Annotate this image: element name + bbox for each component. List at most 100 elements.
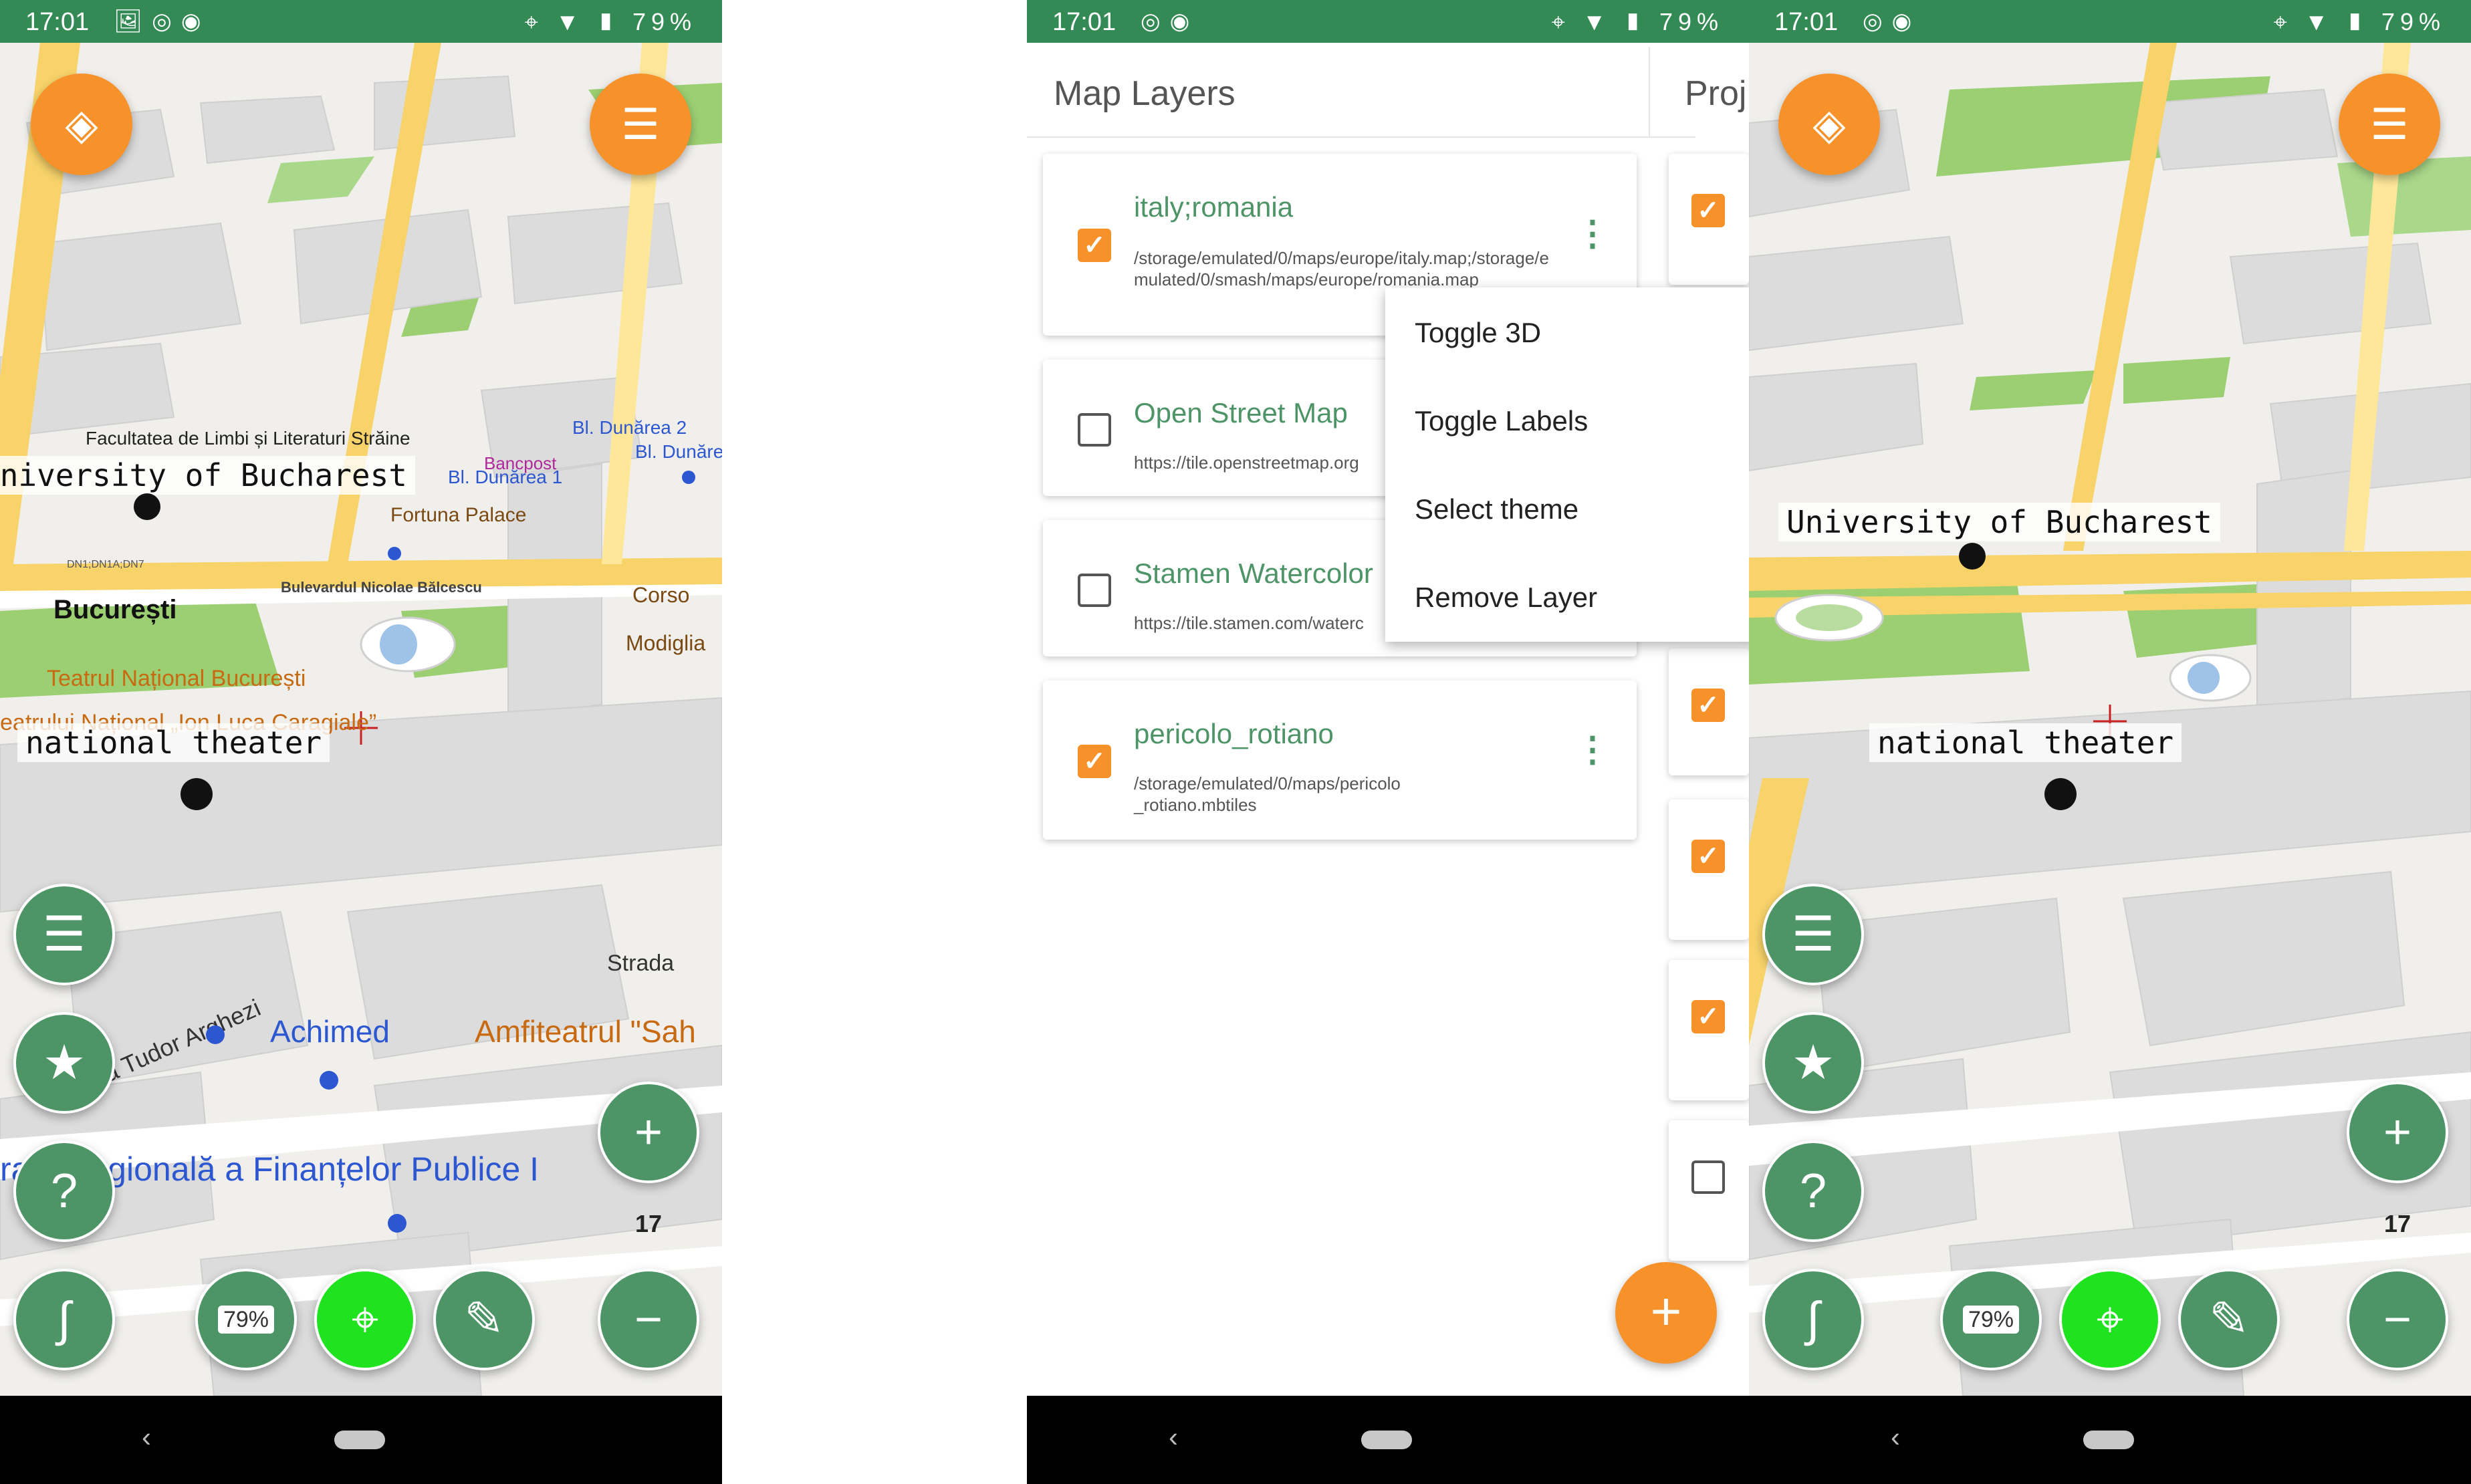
back-icon[interactable]: ‹ <box>142 1421 151 1453</box>
home-pill[interactable] <box>334 1431 385 1449</box>
gps-log-button[interactable]: ∫ <box>13 1269 115 1370</box>
map-label-achimed: Achimed <box>270 1014 390 1049</box>
university-marker[interactable] <box>1959 543 1986 570</box>
focus-icon: ⌖ <box>2096 1293 2124 1346</box>
poi-dot[interactable] <box>320 1071 338 1090</box>
zoom-out-button[interactable]: − <box>2347 1269 2448 1370</box>
phone-right-map: 17:01 ◎◉ ⌖ ▼ ▮ 79% University of Buchare… <box>1749 0 2471 1484</box>
minus-icon: − <box>634 1293 663 1346</box>
status-right: ⌖ ▼ ▮ 79% <box>525 8 697 37</box>
layers-icon: ◈ <box>65 100 98 148</box>
menu-icon: ☰ <box>621 100 660 148</box>
add-layer-button[interactable]: + <box>1615 1262 1717 1364</box>
notes-list-button[interactable]: ☰ <box>13 884 115 985</box>
more-vert-icon[interactable]: ⋮ <box>1575 733 1610 767</box>
menu-toggle-3d[interactable]: Toggle 3D <box>1415 317 1541 349</box>
zoom-level: 17 <box>2384 1210 2411 1237</box>
poi-dot[interactable] <box>388 1214 406 1233</box>
zoom-in-button[interactable]: + <box>598 1082 699 1183</box>
layer-context-menu: Toggle 3D Toggle Labels Select theme Rem… <box>1385 287 1749 642</box>
poi-dot[interactable] <box>388 547 401 560</box>
status-right: ⌖ ▼ ▮ 79% <box>2274 8 2446 37</box>
home-pill[interactable] <box>2083 1431 2134 1449</box>
map-label-dunarea1: Bl. Dunărea 1 <box>448 467 563 487</box>
notification-icons: ◎◉ <box>1141 9 1199 34</box>
layer-name: Stamen Watercolor <box>1134 558 1373 589</box>
university-marker[interactable] <box>134 493 160 520</box>
menu-remove-layer[interactable]: Remove Layer <box>1415 582 1597 614</box>
map-label-modiglia: Modiglia <box>626 631 706 655</box>
layer-checkbox[interactable]: ✓ <box>1078 745 1111 778</box>
list-icon: ☰ <box>1791 908 1835 961</box>
layer-checkbox[interactable]: ✓ <box>1078 229 1111 262</box>
gps-log-button[interactable]: ∫ <box>1762 1269 1864 1370</box>
project-checkbox[interactable]: ✓ <box>1691 1000 1725 1033</box>
map-label-corso: Corso <box>632 583 690 607</box>
layers-button[interactable]: ◈ <box>31 74 132 175</box>
project-card[interactable]: ✓ <box>1669 960 1749 1100</box>
star-icon: ★ <box>42 1036 86 1090</box>
project-checkbox[interactable] <box>1691 1160 1725 1194</box>
battery-button[interactable]: 79% <box>195 1269 297 1370</box>
center-gps-button[interactable]: ⌖ <box>2059 1269 2161 1370</box>
project-checkbox[interactable]: ✓ <box>1691 194 1725 227</box>
menu-button[interactable]: ☰ <box>2339 74 2440 175</box>
map-label-faculty: Facultatea de Limbi și Literaturi Străin… <box>86 428 410 449</box>
home-pill[interactable] <box>1361 1431 1412 1449</box>
pencil-icon: ✎ <box>2208 1293 2250 1346</box>
project-checkbox[interactable]: ✓ <box>1691 840 1725 873</box>
project-card[interactable] <box>1669 1120 1749 1261</box>
layer-path: /storage/emulated/0/maps/europe/italy.ma… <box>1134 248 1549 289</box>
back-icon[interactable]: ‹ <box>1169 1421 1178 1453</box>
status-right: ⌖ ▼ ▮ 79% <box>1552 8 1724 37</box>
edit-button[interactable]: ✎ <box>2178 1269 2280 1370</box>
menu-button[interactable]: ☰ <box>590 74 691 175</box>
layer-checkbox[interactable] <box>1078 574 1111 607</box>
header-divider <box>1649 47 1650 136</box>
tab-projects[interactable]: Proj <box>1685 74 1746 114</box>
poi-dot[interactable] <box>206 1025 225 1044</box>
edit-button[interactable]: ✎ <box>433 1269 535 1370</box>
project-card[interactable]: ✓ <box>1669 799 1749 940</box>
project-card[interactable]: ✓ <box>1669 154 1749 285</box>
layer-checkbox[interactable] <box>1078 413 1111 447</box>
back-icon[interactable]: ‹ <box>1891 1421 1900 1453</box>
nav-bar: ‹ <box>0 1396 722 1484</box>
location-icon: ⌖ <box>1551 8 1570 35</box>
phone-left-map: 17:01 🖼◎◉ ⌖ ▼ ▮ 79% Facultatea de Limbi … <box>0 0 722 1484</box>
bookmarks-button[interactable]: ★ <box>1762 1012 1864 1114</box>
pencil-icon: ✎ <box>463 1293 505 1346</box>
map-label-bulevardul: Bulevardul Nicolae Bălcescu <box>281 579 482 596</box>
layers-button[interactable]: ◈ <box>1778 74 1880 175</box>
battery-percent: 79% <box>1659 8 1724 35</box>
menu-toggle-labels[interactable]: Toggle Labels <box>1415 405 1588 437</box>
layer-path: /storage/emulated/0/maps/pericolo_rotian… <box>1134 773 1401 815</box>
more-vert-icon[interactable]: ⋮ <box>1575 217 1610 251</box>
map-label-dn: DN1;DN1A;DN7 <box>67 559 144 570</box>
theater-marker[interactable] <box>181 778 213 810</box>
list-icon: ☰ <box>42 908 86 961</box>
location-icon: ⌖ <box>2273 8 2292 35</box>
status-time: 17:01 <box>25 8 90 36</box>
theater-marker[interactable] <box>2044 778 2077 810</box>
project-checkbox[interactable]: ✓ <box>1691 689 1725 722</box>
notification-icons: ◎◉ <box>1863 9 1921 34</box>
notes-list-button[interactable]: ☰ <box>1762 884 1864 985</box>
nav-bar: ‹ <box>1027 1396 1749 1484</box>
project-card[interactable]: ✓ <box>1669 648 1749 775</box>
zoom-in-button[interactable]: + <box>2347 1082 2448 1183</box>
status-time: 17:01 <box>1052 8 1116 36</box>
center-gps-button[interactable]: ⌖ <box>314 1269 416 1370</box>
info-tool-button[interactable]: ? <box>13 1140 115 1242</box>
focus-icon: ⌖ <box>351 1293 379 1346</box>
poi-dot[interactable] <box>682 471 695 484</box>
bookmarks-button[interactable]: ★ <box>13 1012 115 1114</box>
layer-card[interactable]: ✓ pericolo_rotiano /storage/emulated/0/m… <box>1043 681 1637 840</box>
map-label-strada: Strada <box>607 951 675 976</box>
map-label-theater: national theater <box>17 723 330 762</box>
info-tool-button[interactable]: ? <box>1762 1140 1864 1242</box>
path-icon: ∫ <box>1806 1293 1820 1346</box>
battery-button[interactable]: 79% <box>1940 1269 2042 1370</box>
menu-select-theme[interactable]: Select theme <box>1415 493 1578 525</box>
zoom-out-button[interactable]: − <box>598 1269 699 1370</box>
